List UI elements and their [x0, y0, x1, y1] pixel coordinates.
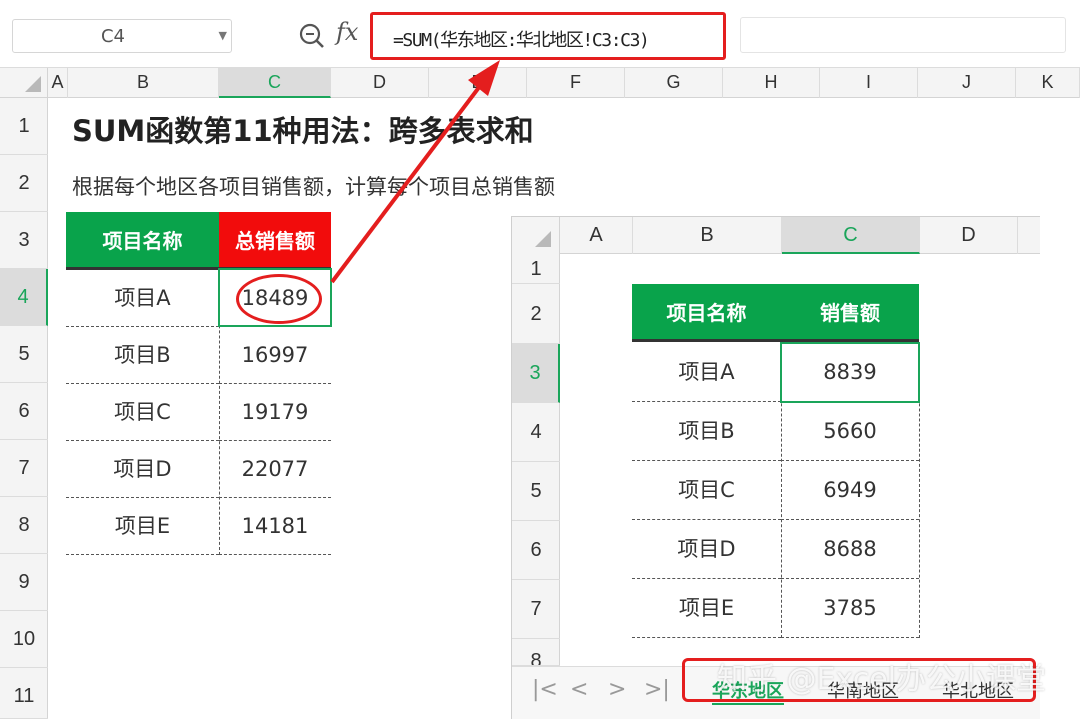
column-header-a[interactable]: A — [48, 68, 68, 98]
inset-row-header-2[interactable]: 2 — [512, 284, 560, 344]
row-header-1[interactable]: 1 — [0, 98, 48, 155]
column-header-f[interactable]: F — [527, 68, 625, 98]
inset-column-header-b[interactable]: B — [633, 217, 782, 254]
row-header-5[interactable]: 5 — [0, 326, 48, 383]
column-header-b[interactable]: B — [68, 68, 219, 98]
inset-active-cell-selection[interactable] — [780, 342, 920, 403]
inset-row-header: 1 2 3 4 5 6 7 8 — [512, 254, 560, 719]
table-cell-name[interactable]: 项目C — [66, 384, 219, 441]
inset-row-header-6[interactable]: 6 — [512, 521, 560, 580]
inset-column-header-a[interactable]: A — [560, 217, 633, 254]
header-total-sales[interactable]: 总销售额 — [219, 212, 331, 270]
column-header-j[interactable]: J — [918, 68, 1016, 98]
fx-icon[interactable]: fx — [336, 18, 358, 46]
inset-table-cell-sales[interactable]: 5660 — [781, 402, 919, 461]
name-box-value: C4 — [100, 26, 126, 47]
highlight-circle — [236, 274, 322, 324]
inset-table-cell-sales[interactable]: 6949 — [781, 461, 919, 520]
row-header-11[interactable]: 11 — [0, 668, 48, 719]
row-header-10[interactable]: 10 — [0, 611, 48, 668]
last-sheet-icon[interactable]: >| — [644, 677, 670, 702]
formula-input-extension[interactable] — [740, 17, 1066, 53]
region-sheet-preview: A B C D 1 2 3 4 5 6 7 8 项目名称 销售额 项目A 883… — [511, 216, 1040, 719]
inset-row-header-3[interactable]: 3 — [512, 344, 560, 403]
name-box[interactable]: C4 ▼ — [12, 19, 232, 53]
table-cell-total[interactable]: 19179 — [219, 384, 331, 441]
inset-table-cell-name[interactable]: 项目D — [632, 520, 781, 579]
first-sheet-icon[interactable]: |< — [532, 677, 558, 702]
table-cell-name[interactable]: 项目B — [66, 327, 219, 384]
chevron-down-icon[interactable]: ▼ — [219, 29, 227, 42]
sheet-subtitle[interactable]: 根据每个地区各项目销售额，计算每个项目总销售额 — [72, 171, 555, 201]
inset-row-header-8[interactable]: 8 — [512, 639, 560, 666]
row-header-7[interactable]: 7 — [0, 440, 48, 497]
inset-table-cell-sales[interactable]: 3785 — [781, 579, 919, 638]
column-header-k[interactable]: K — [1016, 68, 1080, 98]
inset-select-all-corner[interactable] — [512, 217, 560, 254]
table-cell-name[interactable]: 项目D — [66, 441, 219, 498]
column-header-g[interactable]: G — [625, 68, 723, 98]
inset-column-header: A B C D — [512, 217, 1040, 254]
inset-table-cell-name[interactable]: 项目B — [632, 402, 781, 461]
sheet-title[interactable]: SUM函数第11种用法：跨多表求和 — [72, 108, 534, 150]
inset-column-header-c[interactable]: C — [782, 217, 920, 254]
inset-row-header-1[interactable]: 1 — [512, 254, 560, 284]
inset-header-sales[interactable]: 销售额 — [781, 284, 919, 342]
table-cell-name[interactable]: 项目A — [66, 270, 219, 327]
inset-row-header-7[interactable]: 7 — [512, 580, 560, 639]
column-header-h[interactable]: H — [723, 68, 820, 98]
prev-sheet-icon[interactable]: < — [570, 677, 588, 702]
table-cell-total[interactable]: 22077 — [219, 441, 331, 498]
inset-table-cell-name[interactable]: 项目E — [632, 579, 781, 638]
row-header-6[interactable]: 6 — [0, 383, 48, 440]
table-cell-total[interactable]: 14181 — [219, 498, 331, 555]
select-all-corner[interactable] — [0, 68, 48, 98]
row-header-3[interactable]: 3 — [0, 212, 48, 269]
column-header: A B C D E F G H I J K — [0, 68, 1080, 98]
row-header-8[interactable]: 8 — [0, 497, 48, 554]
inset-column-header-d[interactable]: D — [920, 217, 1018, 254]
column-header-c[interactable]: C — [219, 68, 331, 98]
inset-row-header-5[interactable]: 5 — [512, 462, 560, 521]
select-all-icon — [535, 231, 551, 247]
formula-bar: C4 ▼ fx =SUM(华东地区:华北地区!C3:C3) — [0, 0, 1080, 68]
inset-header-item-name[interactable]: 项目名称 — [632, 284, 781, 342]
watermark: 知乎 @Excel办公小课堂 — [717, 662, 1047, 697]
table-cell-name[interactable]: 项目E — [66, 498, 219, 555]
row-header-9[interactable]: 9 — [0, 554, 48, 611]
inset-table-cell-name[interactable]: 项目A — [632, 343, 781, 402]
zoom-formula-icon[interactable] — [298, 22, 326, 50]
row-header-2[interactable]: 2 — [0, 155, 48, 212]
next-sheet-icon[interactable]: > — [608, 677, 626, 702]
column-header-d[interactable]: D — [331, 68, 429, 98]
column-header-i[interactable]: I — [820, 68, 918, 98]
inset-row-header-4[interactable]: 4 — [512, 403, 560, 462]
row-header: 1 2 3 4 5 6 7 8 9 10 11 — [0, 98, 48, 719]
formula-text: =SUM(华东地区:华北地区!C3:C3) — [393, 30, 650, 51]
select-all-icon — [25, 76, 41, 92]
inset-table-cell-name[interactable]: 项目C — [632, 461, 781, 520]
column-header-e[interactable]: E — [429, 68, 527, 98]
header-item-name[interactable]: 项目名称 — [66, 212, 219, 270]
row-header-4[interactable]: 4 — [0, 269, 48, 326]
inset-table-cell-sales[interactable]: 8688 — [781, 520, 919, 579]
formula-input[interactable]: =SUM(华东地区:华北地区!C3:C3) — [370, 12, 726, 60]
table-cell-total[interactable]: 16997 — [219, 327, 331, 384]
